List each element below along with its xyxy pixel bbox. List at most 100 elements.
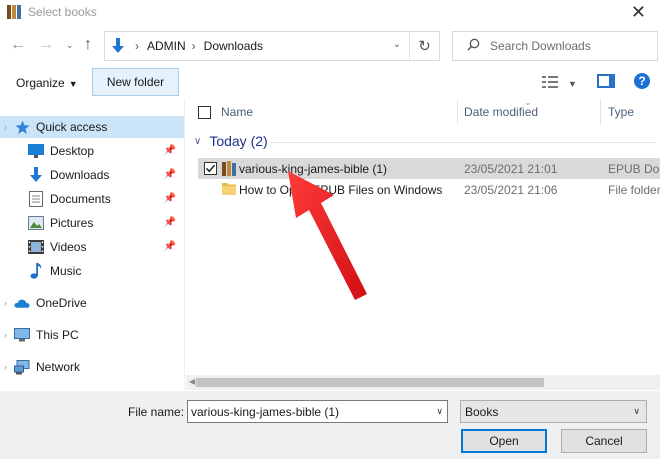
file-name-combobox[interactable]: ∨ [187, 400, 448, 423]
sidebar-item-label: Network [36, 360, 81, 374]
organize-menu[interactable]: Organize ▼ [16, 76, 78, 90]
column-header-label: Name [221, 105, 254, 119]
sidebar-item-documents[interactable]: Documents 📌 [0, 188, 184, 210]
title-bar: Select books ✕ [0, 0, 660, 24]
sidebar-item-quick-access[interactable]: › Quick access [0, 116, 184, 138]
file-date: 23/05/2021 21:01 [464, 161, 558, 176]
table-row[interactable]: How to Open EPUB Files on Windows 23/05/… [198, 179, 660, 200]
file-type-select[interactable]: Books ∨ [460, 400, 647, 423]
cancel-button[interactable]: Cancel [561, 429, 647, 453]
forward-arrow-icon[interactable]: → [38, 36, 54, 54]
sort-caret-icon: ⌄ [524, 97, 532, 107]
star-icon [14, 119, 30, 135]
chevron-down-icon[interactable]: ∨ [633, 406, 640, 417]
search-icon [467, 38, 480, 54]
expander-chevron-icon[interactable]: › [4, 330, 14, 340]
sidebar-item-label: Videos [50, 240, 87, 254]
up-arrow-icon[interactable]: ↑ [84, 36, 92, 54]
sidebar-item-label: OneDrive [36, 296, 87, 310]
open-button[interactable]: Open [461, 429, 547, 453]
address-history-chevron-icon[interactable]: ⌄ [393, 39, 401, 50]
scroll-left-icon[interactable]: ◀ [189, 377, 195, 386]
expander-chevron-icon[interactable]: › [4, 122, 14, 132]
help-icon[interactable]: ? [634, 73, 650, 89]
file-type-value: Books [465, 404, 499, 419]
epub-book-icon [222, 161, 236, 176]
column-header-row: Name Date modified Type [186, 99, 660, 125]
open-button-label: Open [489, 434, 519, 448]
pin-icon[interactable]: 📌 [164, 145, 176, 156]
address-bar[interactable]: › ADMIN › Downloads ⌄ ↻ [104, 31, 440, 61]
music-icon [28, 263, 44, 279]
collapse-chevron-icon[interactable]: ∨ [194, 136, 201, 147]
file-name: How to Open EPUB Files on Windows [239, 182, 443, 197]
sidebar-item-label: Quick access [36, 120, 108, 134]
dialog-footer: File name: ∨ Books ∨ Open Cancel [0, 391, 660, 459]
search-box[interactable] [452, 31, 658, 61]
expander-chevron-icon[interactable]: › [4, 298, 14, 308]
desktop-icon [28, 143, 44, 159]
organize-label: Organize [16, 76, 65, 90]
select-all-checkbox[interactable] [198, 105, 211, 119]
close-icon[interactable]: ✕ [631, 2, 646, 23]
new-folder-button[interactable]: New folder [92, 68, 179, 96]
network-icon [14, 359, 30, 375]
details-view-icon[interactable] [542, 76, 558, 91]
breadcrumb-downloads[interactable]: Downloads [204, 39, 263, 53]
pictures-icon [28, 215, 44, 231]
scrollbar-thumb[interactable] [196, 378, 544, 387]
expander-chevron-icon[interactable]: › [4, 362, 14, 372]
file-name-input[interactable] [191, 404, 421, 419]
downloads-icon [28, 167, 44, 183]
chevron-down-icon[interactable]: ∨ [436, 406, 443, 417]
pin-icon[interactable]: 📌 [164, 241, 176, 252]
group-header-today[interactable]: ∨ Today (2) [194, 133, 656, 149]
sidebar-item-label: Music [50, 264, 82, 278]
chevron-down-icon: ▼ [68, 79, 78, 89]
file-date: 23/05/2021 21:06 [464, 182, 558, 197]
sidebar-item-onedrive[interactable]: › OneDrive [0, 292, 184, 314]
view-options[interactable]: ▼ [542, 76, 577, 91]
search-input[interactable] [490, 39, 650, 53]
cancel-button-label: Cancel [585, 434, 623, 448]
cloud-icon [14, 295, 30, 311]
sidebar-item-desktop[interactable]: Desktop 📌 [0, 140, 184, 162]
column-header-label: Type [608, 105, 635, 119]
sidebar-item-music[interactable]: Music [0, 260, 184, 282]
table-row[interactable]: various-king-james-bible (1) 23/05/2021 … [198, 158, 660, 179]
file-list-view: Name Date modified Type ∨ Today (2) vari… [186, 99, 660, 391]
refresh-icon[interactable]: ↻ [409, 32, 439, 60]
sidebar-item-network[interactable]: › Network [0, 356, 184, 378]
videos-icon [28, 239, 44, 255]
horizontal-scrollbar[interactable]: ◀ [186, 375, 660, 390]
file-type: EPUB Doc [608, 161, 660, 176]
computer-icon [14, 327, 30, 343]
back-arrow-icon[interactable]: ← [10, 36, 26, 54]
preview-pane-icon[interactable] [597, 74, 615, 88]
column-header-name[interactable]: Name [186, 99, 458, 125]
downloads-arrow-icon [107, 38, 129, 54]
sidebar-item-this-pc[interactable]: › This PC [0, 324, 184, 346]
sidebar-item-pictures[interactable]: Pictures 📌 [0, 212, 184, 234]
sidebar-item-videos[interactable]: Videos 📌 [0, 236, 184, 258]
pin-icon[interactable]: 📌 [164, 169, 176, 180]
row-checkbox[interactable] [204, 162, 217, 175]
breadcrumb-admin[interactable]: ADMIN [147, 39, 186, 53]
command-bar: Organize ▼ New folder ▼ ? [0, 68, 660, 98]
file-name-label: File name: [128, 405, 185, 419]
sidebar-item-downloads[interactable]: Downloads 📌 [0, 164, 184, 186]
file-name: various-king-james-bible (1) [239, 161, 388, 176]
recent-locations-chevron-icon[interactable]: ⌄ [66, 40, 74, 51]
pin-icon[interactable]: 📌 [164, 217, 176, 228]
books-app-icon [7, 5, 21, 19]
group-divider [270, 142, 656, 143]
window-title: Select books [28, 5, 97, 19]
breadcrumb-separator-icon: › [135, 39, 139, 53]
view-chevron-down-icon[interactable]: ▼ [568, 79, 577, 89]
sidebar-item-label: Downloads [50, 168, 110, 182]
sidebar-item-label: Pictures [50, 216, 94, 230]
breadcrumb-separator-icon: › [191, 39, 196, 53]
column-header-type[interactable]: Type [601, 99, 660, 125]
sidebar-item-label: Desktop [50, 144, 95, 158]
pin-icon[interactable]: 📌 [164, 193, 176, 204]
